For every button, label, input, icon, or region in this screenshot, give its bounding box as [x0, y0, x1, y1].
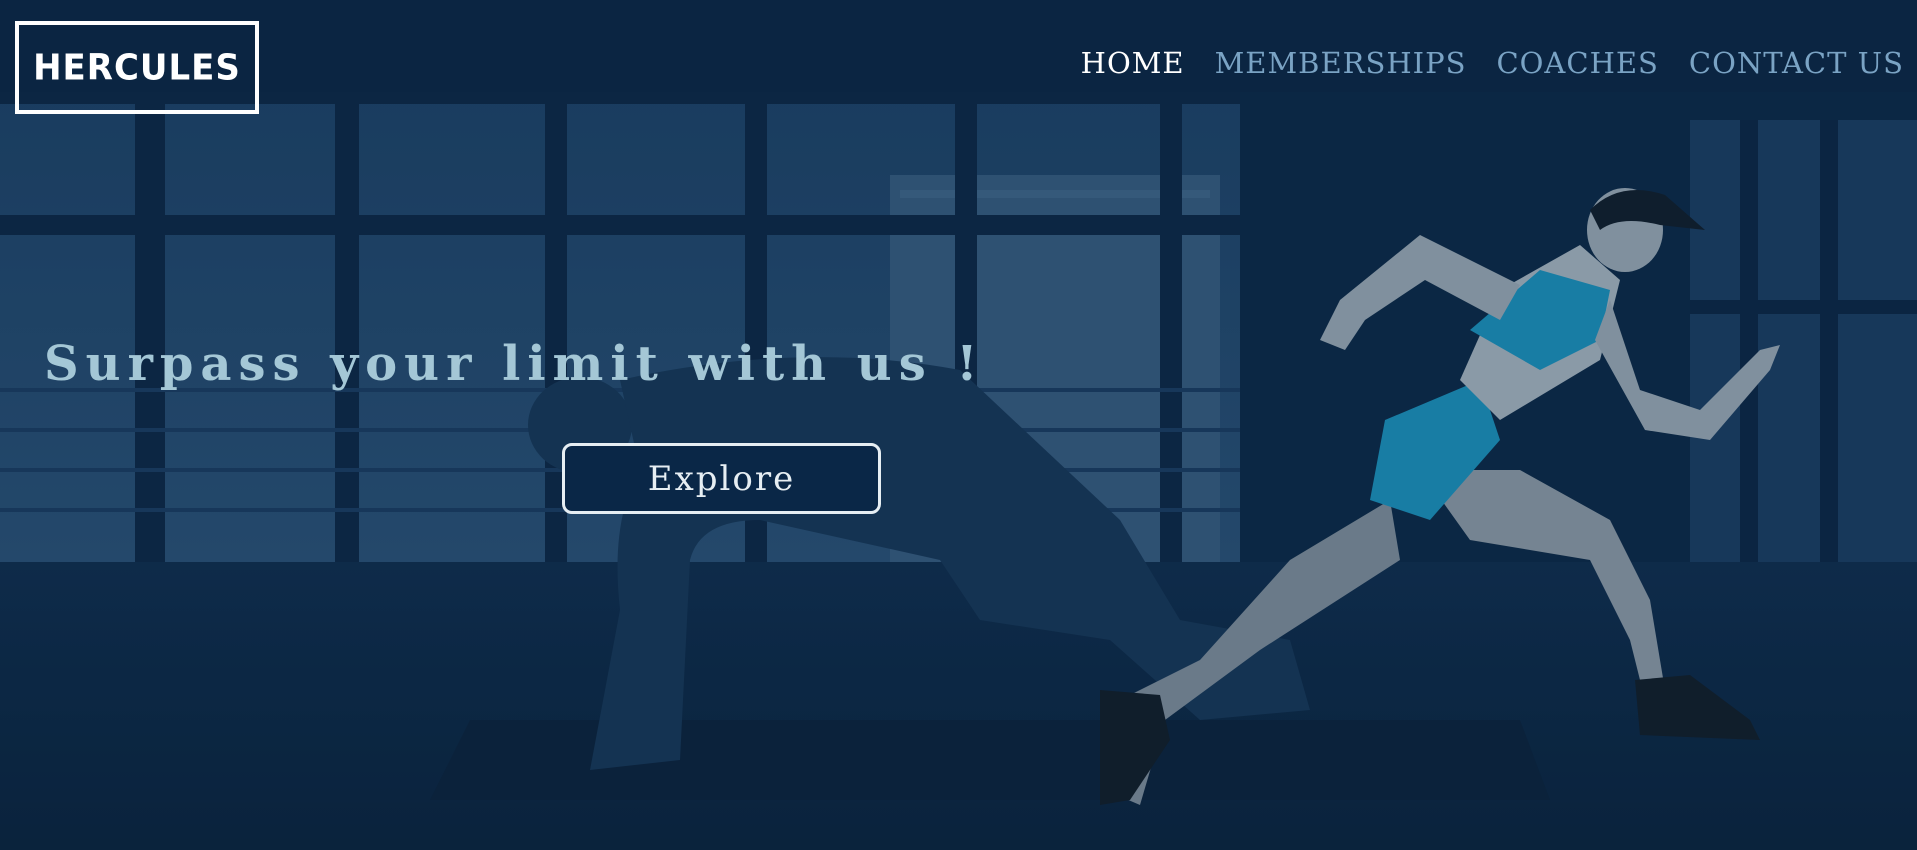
brand-logo[interactable]: HERCULES	[15, 21, 259, 114]
main-nav: HOME MEMBERSHIPS COACHES CONTACT US	[1081, 46, 1904, 80]
nav-link-memberships[interactable]: MEMBERSHIPS	[1215, 46, 1467, 80]
brand-logo-text: HERCULES	[33, 46, 241, 89]
hero-headline: Surpass your limit with us !	[44, 336, 985, 392]
explore-button[interactable]: Explore	[562, 443, 881, 514]
hero-section	[0, 0, 1917, 850]
nav-link-coaches[interactable]: COACHES	[1496, 46, 1658, 80]
nav-link-contact-us[interactable]: CONTACT US	[1689, 46, 1904, 80]
hero-background-image	[0, 0, 1917, 850]
nav-link-home[interactable]: HOME	[1081, 46, 1185, 80]
